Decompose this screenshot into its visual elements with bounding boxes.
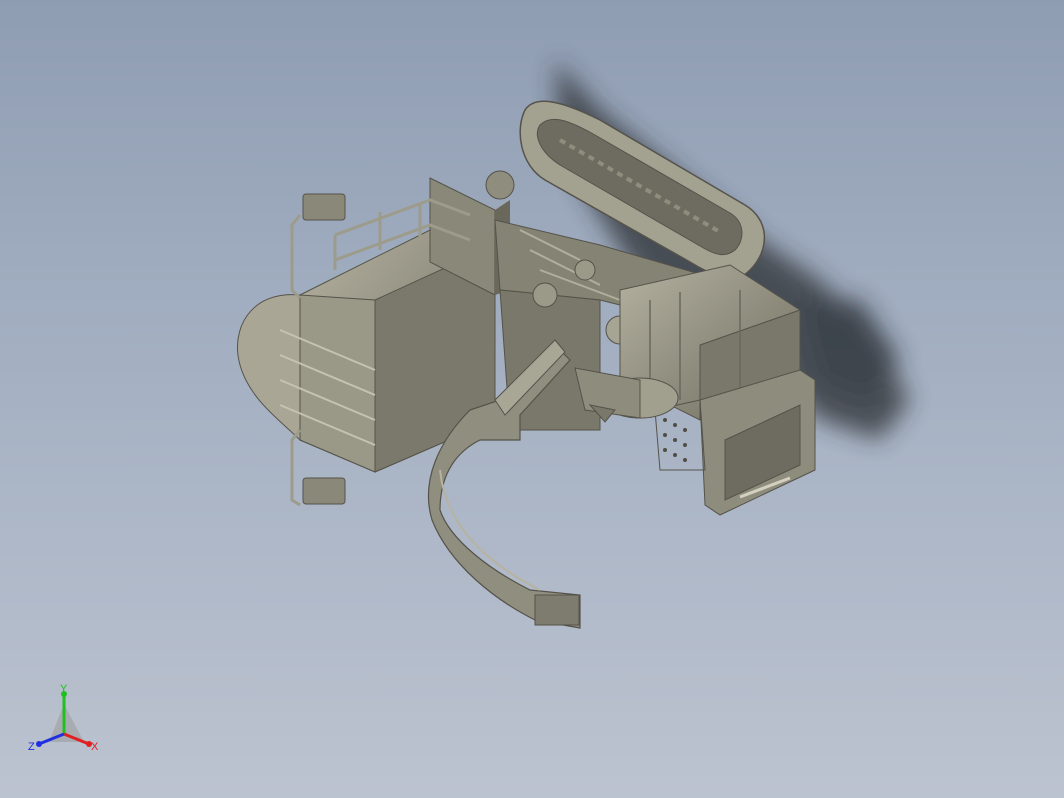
y-axis-label: Y bbox=[60, 684, 68, 695]
z-axis-label: Z bbox=[28, 741, 35, 753]
axis-triad: Y X Z bbox=[28, 684, 99, 753]
graphics-viewport[interactable]: Y X Z bbox=[0, 0, 1064, 798]
x-axis-label: X bbox=[91, 741, 99, 753]
z-axis-tip bbox=[36, 741, 42, 747]
cad-model-view[interactable] bbox=[0, 0, 1064, 798]
